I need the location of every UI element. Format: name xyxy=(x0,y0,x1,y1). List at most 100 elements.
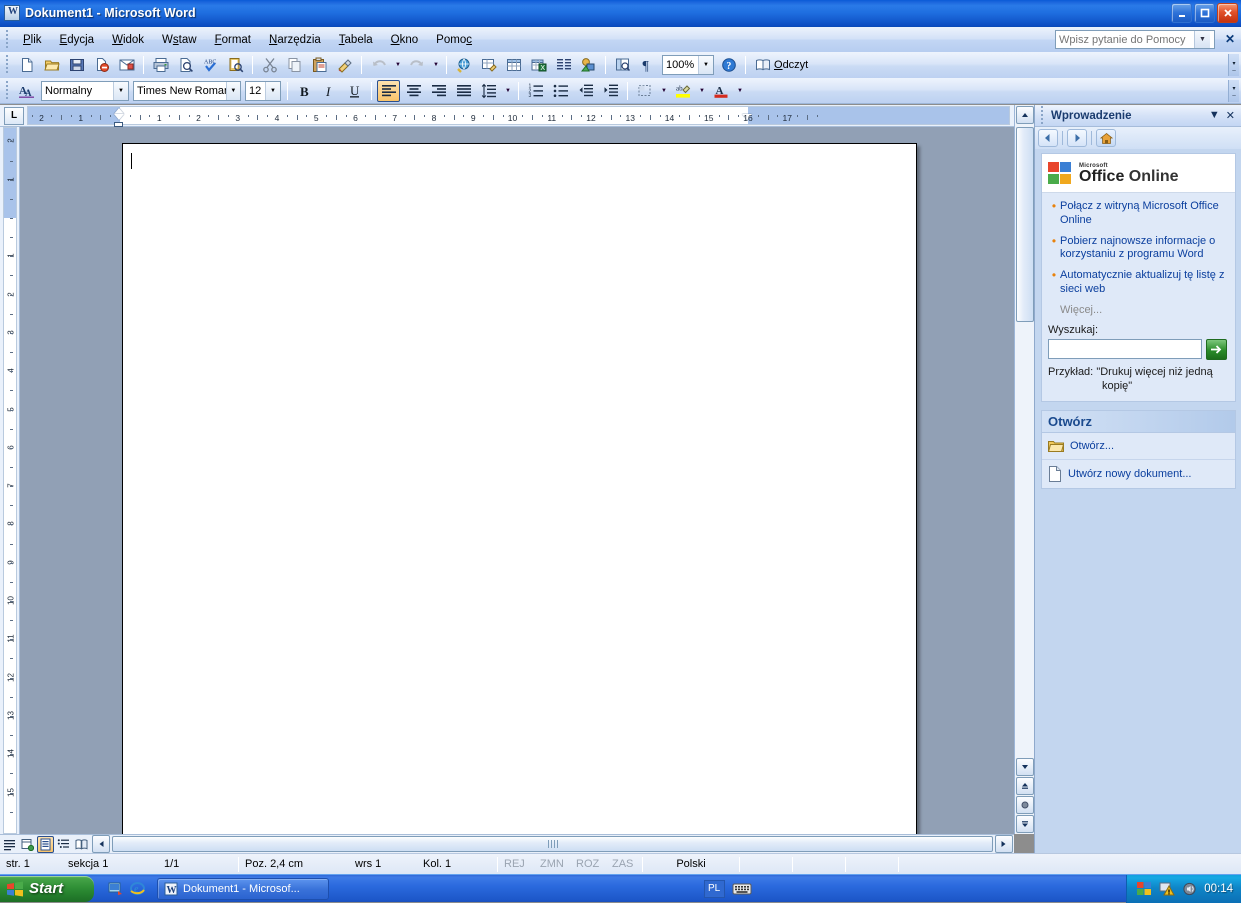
new-document-row[interactable]: Utwórz nowy dokument... xyxy=(1042,459,1235,488)
formatting-toolbar-options-button[interactable]: ▾ _ xyxy=(1228,79,1239,102)
increase-indent-button[interactable] xyxy=(599,80,622,102)
decrease-indent-button[interactable] xyxy=(574,80,597,102)
menu-pomoc[interactable]: Pomoc xyxy=(427,31,481,49)
menu-tabela[interactable]: Tabela xyxy=(330,31,382,49)
outside-border-button[interactable] xyxy=(633,80,656,102)
start-button[interactable]: Start xyxy=(0,875,94,902)
horizontal-scrollbar-row[interactable] xyxy=(0,834,1014,853)
tab-selector-button[interactable]: L xyxy=(4,106,24,125)
status-overtype[interactable]: ZAS xyxy=(606,858,639,870)
task-pane-menu-button[interactable]: ▼ xyxy=(1209,109,1220,122)
zoom-combo[interactable]: 100% ▼ xyxy=(662,55,714,75)
undo-dropdown[interactable]: ▼ xyxy=(392,54,403,76)
status-extend-selection[interactable]: ROZ xyxy=(570,858,605,870)
insert-excel-sheet-button[interactable]: X xyxy=(527,54,550,76)
status-language[interactable]: Polski xyxy=(670,858,711,870)
list-item[interactable]: • Połącz z witryną Microsoft Office Onli… xyxy=(1048,199,1227,228)
status-record-mode[interactable]: REJ xyxy=(498,858,531,870)
new-document-label[interactable]: Utwórz nowy dokument... xyxy=(1068,468,1192,480)
ruler-track[interactable]: 2 1 1 2 3 4 5 6 7 8 9 10 11 12 13 14 15 16 17 xyxy=(27,106,1010,127)
format-painter-button[interactable] xyxy=(333,54,356,76)
status-track-changes[interactable]: ZMN xyxy=(534,858,570,870)
horizontal-scroll-thumb[interactable] xyxy=(112,836,993,852)
show-desktop-icon[interactable] xyxy=(107,881,123,897)
outside-border-dropdown[interactable]: ▼ xyxy=(658,80,669,102)
spelling-button[interactable]: ABC xyxy=(199,54,222,76)
open-document-row[interactable]: Otwórz... xyxy=(1042,433,1235,459)
taskbar-item-word[interactable]: W Dokument1 - Microsof... xyxy=(157,877,329,900)
drawing-button[interactable] xyxy=(577,54,600,76)
ask-a-question-box[interactable]: ▼ xyxy=(1055,30,1215,49)
office-icon[interactable] xyxy=(1136,881,1153,897)
language-bar[interactable]: PL xyxy=(703,879,752,898)
menu-okno[interactable]: Okno xyxy=(382,31,428,49)
chevron-down-icon[interactable]: ▼ xyxy=(1194,31,1210,48)
vertical-ruler[interactable]: 21123456789101112131415 xyxy=(0,127,20,834)
show-formatting-marks-button[interactable]: ¶ xyxy=(636,54,659,76)
task-pane-close-button[interactable]: ✕ xyxy=(1226,109,1235,122)
ask-a-question-input[interactable] xyxy=(1056,31,1194,48)
maximize-button[interactable] xyxy=(1194,3,1215,23)
numbering-button[interactable]: 123 xyxy=(524,80,547,102)
open-button[interactable] xyxy=(40,54,63,76)
previous-page-button[interactable] xyxy=(1016,777,1034,795)
chevron-down-icon[interactable]: ▼ xyxy=(265,81,280,100)
print-button[interactable] xyxy=(149,54,172,76)
bold-button[interactable]: B xyxy=(293,80,316,102)
back-icon[interactable] xyxy=(1038,129,1058,147)
align-center-button[interactable] xyxy=(402,80,425,102)
menu-bar-grip[interactable] xyxy=(3,29,12,50)
minimize-button[interactable] xyxy=(1171,3,1192,23)
align-left-button[interactable] xyxy=(377,79,400,102)
hanging-indent-marker[interactable] xyxy=(114,114,124,120)
underline-button[interactable]: U xyxy=(343,80,366,102)
font-size-combo[interactable]: 12 ▼ xyxy=(245,80,281,101)
taskbar-clock[interactable]: 00:14 xyxy=(1204,883,1233,895)
vertical-ruler-track[interactable]: 21123456789101112131415 xyxy=(3,127,17,834)
insert-hyperlink-button[interactable] xyxy=(452,54,475,76)
print-preview-button[interactable] xyxy=(174,54,197,76)
bullets-button[interactable] xyxy=(549,80,572,102)
menu-edycja[interactable]: Edycja xyxy=(51,31,104,49)
volume-icon[interactable] xyxy=(1182,881,1198,897)
outline-view-button[interactable] xyxy=(55,836,72,853)
new-document-button[interactable] xyxy=(15,54,38,76)
chevron-down-icon[interactable]: ▼ xyxy=(698,56,713,74)
print-layout-view-button[interactable] xyxy=(37,835,54,853)
normal-view-button[interactable] xyxy=(1,836,18,853)
search-input-field[interactable] xyxy=(1049,340,1201,358)
link-auto-update-list[interactable]: Automatycznie aktualizuj tę listę z siec… xyxy=(1060,269,1227,297)
reading-layout-button[interactable]: Odczyt xyxy=(750,55,813,75)
line-spacing-dropdown[interactable]: ▼ xyxy=(502,80,513,102)
email-button[interactable] xyxy=(115,54,138,76)
next-page-button[interactable] xyxy=(1016,815,1034,833)
align-right-button[interactable] xyxy=(427,80,450,102)
search-input[interactable] xyxy=(1048,339,1202,359)
menubar-close-icon[interactable]: ✕ xyxy=(1225,32,1235,46)
copy-button[interactable] xyxy=(283,54,306,76)
warning-icon[interactable] xyxy=(1159,881,1176,897)
vertical-scroll-thumb[interactable] xyxy=(1016,127,1034,322)
list-item[interactable]: • Automatycznie aktualizuj tę listę z si… xyxy=(1048,268,1227,297)
link-connect-office-online[interactable]: Połącz z witryną Microsoft Office Online xyxy=(1060,200,1227,228)
insert-table-button[interactable] xyxy=(502,54,525,76)
highlight-dropdown[interactable]: ▼ xyxy=(696,80,707,102)
select-browse-object-button[interactable] xyxy=(1016,796,1034,814)
italic-button[interactable]: I xyxy=(318,80,341,102)
undo-button[interactable] xyxy=(367,54,390,76)
align-justify-button[interactable] xyxy=(452,80,475,102)
scroll-down-button[interactable] xyxy=(1016,758,1034,776)
save-button[interactable] xyxy=(65,54,88,76)
reading-layout-view-button[interactable] xyxy=(73,836,90,853)
line-spacing-button[interactable] xyxy=(477,80,500,102)
web-layout-view-button[interactable] xyxy=(19,836,36,853)
open-document-label[interactable]: Otwórz... xyxy=(1070,440,1114,452)
link-get-latest-news[interactable]: Pobierz najnowsze informacje o korzystan… xyxy=(1060,235,1227,263)
vertical-scrollbar[interactable] xyxy=(1014,105,1034,834)
tables-and-borders-button[interactable] xyxy=(477,54,500,76)
font-combo[interactable]: Times New Roman ▼ xyxy=(133,80,241,101)
columns-button[interactable] xyxy=(552,54,575,76)
internet-explorer-icon[interactable]: e xyxy=(129,880,146,897)
home-icon[interactable] xyxy=(1096,129,1116,147)
menu-plik[interactable]: Plik xyxy=(14,31,51,49)
